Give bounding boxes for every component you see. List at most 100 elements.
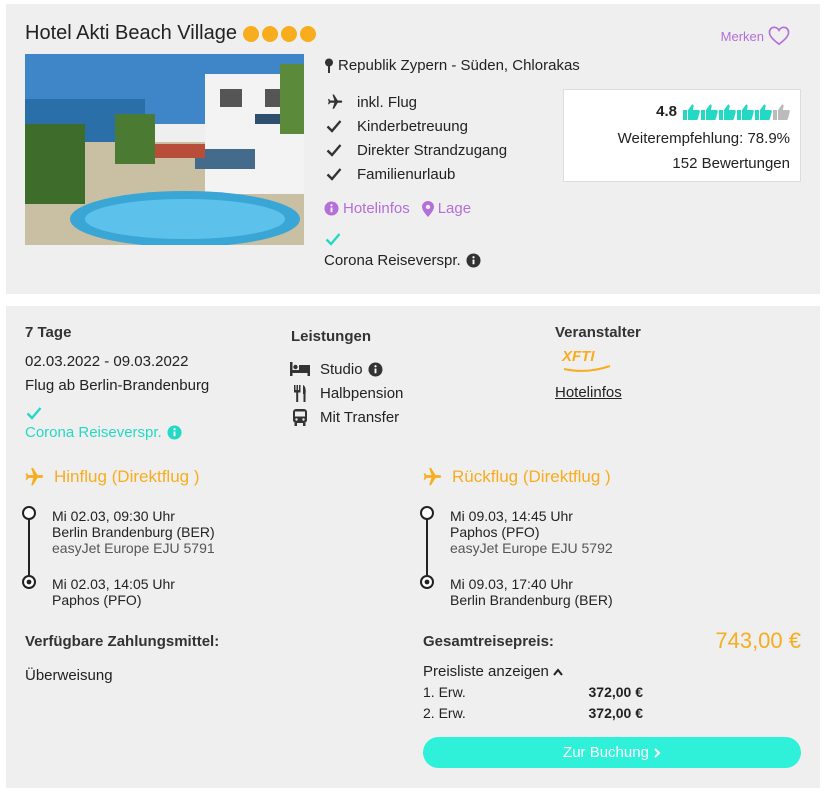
services-heading: Leistungen xyxy=(291,328,372,345)
booking-button-label: Zur Buchung xyxy=(563,744,649,761)
arrival-airport: Paphos (PFO) xyxy=(52,592,142,608)
duration: 7 Tage xyxy=(25,324,72,341)
price-heading: Gesamtreisepreis: xyxy=(423,633,554,650)
outbound-arrival: Mi 02.03, 14:05 Uhr Paphos (PFO) xyxy=(52,576,175,608)
review-count: 152 Bewertungen xyxy=(672,155,790,172)
total-price: 743,00 € xyxy=(715,628,801,653)
check-icon xyxy=(25,406,182,424)
lage-link[interactable]: Lage xyxy=(421,200,472,217)
service-label: Halbpension xyxy=(320,384,404,402)
rating-box[interactable]: 4.8 Weiterempfehlung: 78.9% 152 Bewertun… xyxy=(563,89,801,182)
thumbs-up-icon xyxy=(719,104,736,120)
thumbs-up-icon xyxy=(737,104,754,120)
bus-icon xyxy=(290,408,310,426)
check-icon xyxy=(324,167,344,181)
info-icon xyxy=(324,201,339,216)
outbound-departure: Mi 02.03, 09:30 Uhr Berlin Brandenburg (… xyxy=(52,508,215,556)
plane-icon xyxy=(324,93,344,111)
feature-family: Familienurlaub xyxy=(324,162,507,186)
recommendation: Weiterempfehlung: 78.9% xyxy=(617,130,790,147)
location: Republik Zypern - Süden, Chlorakas xyxy=(324,57,580,74)
location-text: Republik Zypern - Süden, Chlorakas xyxy=(338,57,580,74)
lage-label: Lage xyxy=(437,200,472,217)
plane-icon xyxy=(25,467,44,486)
return-header: Rückflug (Direktflug ) xyxy=(420,466,611,488)
info-icon[interactable] xyxy=(466,253,481,268)
hotelinfos-link[interactable]: Hotelinfos xyxy=(324,200,410,217)
chevron-right-icon xyxy=(654,747,661,758)
hotel-image xyxy=(25,54,304,245)
bed-icon xyxy=(290,362,310,376)
return-title: Rückflug (Direktflug ) xyxy=(452,467,611,486)
check-icon xyxy=(324,143,344,157)
feature-label: Direkter Strandzugang xyxy=(357,141,508,159)
offer-card: 7 Tage 02.03.2022 - 09.03.2022 Flug ab B… xyxy=(6,306,820,788)
feature-beach: Direkter Strandzugang xyxy=(324,138,507,162)
feature-list: inkl. Flug Kinderbetreuung Direkter Stra… xyxy=(324,90,507,186)
service-label: Mit Transfer xyxy=(320,408,400,426)
corona-note-offer: Corona Reiseverspr. xyxy=(25,406,182,441)
price-row-value: 372,00 € xyxy=(588,684,644,700)
rating-score: 4.8 xyxy=(656,103,677,120)
operator-hotelinfos-link[interactable]: Hotelinfos xyxy=(555,384,622,401)
departure-time: Mi 02.03, 09:30 Uhr xyxy=(52,508,175,524)
star-icon xyxy=(280,25,297,42)
operator-logo-text: XFTI xyxy=(562,348,595,365)
feature-label: Familienurlaub xyxy=(357,165,456,183)
star-icon xyxy=(299,25,316,42)
departure-airport: Berlin Brandenburg (BER) xyxy=(52,524,215,540)
outbound-timeline xyxy=(22,506,36,589)
service-transfer: Mit Transfer xyxy=(290,405,403,429)
services-list: Studio Halbpension Mit Transfer xyxy=(290,357,403,429)
service-room: Studio xyxy=(290,357,403,381)
pricelist-label: Preisliste anzeigen xyxy=(423,663,549,680)
map-pin-icon xyxy=(421,200,434,217)
info-icon[interactable] xyxy=(368,361,383,377)
payment-method: Überweisung xyxy=(25,667,113,684)
operator-heading: Veranstalter xyxy=(555,324,641,341)
corona-text: Corona Reiseverspr. xyxy=(25,424,162,441)
price-row-label: 1. Erw. xyxy=(423,684,466,700)
thumbs-up-icon xyxy=(701,104,718,120)
pin-icon xyxy=(325,58,333,73)
star-icon xyxy=(242,25,259,42)
return-timeline xyxy=(420,506,434,589)
feature-kids: Kinderbetreuung xyxy=(324,114,507,138)
hotel-photo[interactable] xyxy=(25,54,304,245)
outbound-title: Hinflug (Direktflug ) xyxy=(54,467,200,486)
merken-button[interactable]: Merken xyxy=(721,26,790,46)
outbound-header: Hinflug (Direktflug ) xyxy=(22,466,200,488)
hotel-name[interactable]: Hotel Akti Beach Village xyxy=(25,22,237,45)
departure-time: Mi 09.03, 14:45 Uhr xyxy=(450,508,573,524)
check-icon xyxy=(324,232,481,252)
airline: easyJet Europe EJU 5791 xyxy=(52,540,215,556)
travel-dates: 02.03.2022 - 09.03.2022 xyxy=(25,353,189,370)
feature-label: inkl. Flug xyxy=(357,93,418,111)
airline: easyJet Europe EJU 5792 xyxy=(450,540,613,556)
arrival-time: Mi 02.03, 14:05 Uhr xyxy=(52,576,175,592)
arrival-time: Mi 09.03, 17:40 Uhr xyxy=(450,576,573,592)
price-row-label: 2. Erw. xyxy=(423,705,466,721)
departure-airport: Paphos (PFO) xyxy=(450,524,540,540)
feature-flight: inkl. Flug xyxy=(324,90,507,114)
pricelist-toggle[interactable]: Preisliste anzeigen xyxy=(423,663,563,680)
check-icon xyxy=(324,119,344,133)
info-icon[interactable] xyxy=(167,425,182,440)
arrival-airport: Berlin Brandenburg (BER) xyxy=(450,592,613,608)
thumbs-up-icon xyxy=(755,104,772,120)
price-row: 2. Erw. 372,00 € xyxy=(423,703,643,724)
thumbs-up-icon xyxy=(773,104,790,120)
hotel-title[interactable]: Hotel Akti Beach Village xyxy=(25,22,319,45)
pricelist: 1. Erw. 372,00 € 2. Erw. 372,00 € xyxy=(423,682,643,724)
booking-button[interactable]: Zur Buchung xyxy=(423,737,801,768)
cutlery-icon xyxy=(290,384,310,402)
operator-logo: XFTI xyxy=(562,348,612,372)
service-board: Halbpension xyxy=(290,381,403,405)
payment-heading: Verfügbare Zahlungsmittel: xyxy=(25,633,220,650)
merken-label: Merken xyxy=(720,28,764,44)
rating-thumbs xyxy=(683,104,790,120)
hotel-links: Hotelinfos Lage xyxy=(324,200,471,217)
heart-icon xyxy=(768,26,790,46)
hotel-stars xyxy=(242,25,319,42)
hotel-card: Hotel Akti Beach Village Merken Republik… xyxy=(6,4,820,294)
